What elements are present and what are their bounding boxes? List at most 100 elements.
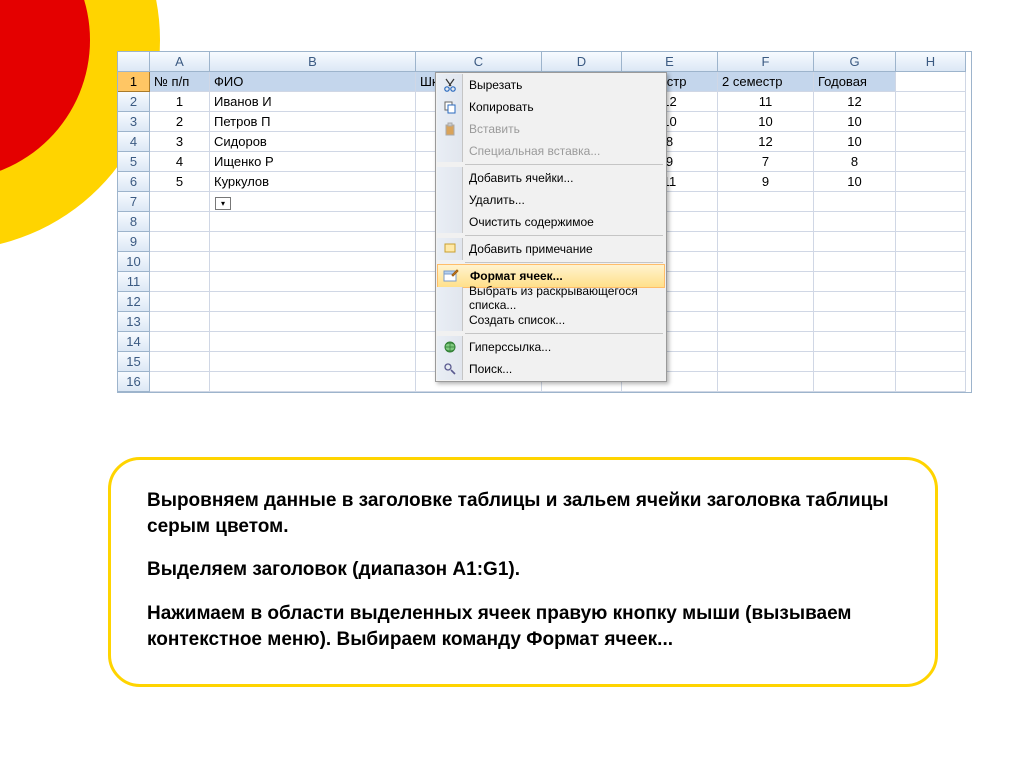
cell-F3[interactable]: 10: [718, 112, 814, 132]
col-header-B[interactable]: B: [210, 52, 416, 72]
cell-G16[interactable]: [814, 372, 896, 392]
cell-G5[interactable]: 8: [814, 152, 896, 172]
cell-A16[interactable]: [150, 372, 210, 392]
col-header-F[interactable]: F: [718, 52, 814, 72]
cell-A3[interactable]: 2: [150, 112, 210, 132]
col-header-H[interactable]: H: [896, 52, 966, 72]
cell-G1[interactable]: Годовая: [814, 72, 896, 92]
cell-B11[interactable]: [210, 272, 416, 292]
row-header-16[interactable]: 16: [118, 372, 150, 392]
cell-B7[interactable]: ▾: [210, 192, 416, 212]
cell-A2[interactable]: 1: [150, 92, 210, 112]
cell-H11[interactable]: [896, 272, 966, 292]
row-header-11[interactable]: 11: [118, 272, 150, 292]
cell-B3[interactable]: Петров П: [210, 112, 416, 132]
cell-F10[interactable]: [718, 252, 814, 272]
cell-H15[interactable]: [896, 352, 966, 372]
cell-H3[interactable]: [896, 112, 966, 132]
cell-F11[interactable]: [718, 272, 814, 292]
row-header-14[interactable]: 14: [118, 332, 150, 352]
cell-B13[interactable]: [210, 312, 416, 332]
cell-G6[interactable]: 10: [814, 172, 896, 192]
cell-F12[interactable]: [718, 292, 814, 312]
row-header-6[interactable]: 6: [118, 172, 150, 192]
cell-G13[interactable]: [814, 312, 896, 332]
col-header-D[interactable]: D: [542, 52, 622, 72]
cell-A9[interactable]: [150, 232, 210, 252]
cell-B9[interactable]: [210, 232, 416, 252]
cell-G4[interactable]: 10: [814, 132, 896, 152]
cell-B16[interactable]: [210, 372, 416, 392]
cm-insert-cells[interactable]: Добавить ячейки...: [437, 167, 665, 189]
col-header-A[interactable]: A: [150, 52, 210, 72]
cm-delete[interactable]: Удалить...: [437, 189, 665, 211]
cm-hyperlink[interactable]: Гиперссылка...: [437, 336, 665, 358]
cell-F15[interactable]: [718, 352, 814, 372]
cell-B8[interactable]: [210, 212, 416, 232]
row-header-8[interactable]: 8: [118, 212, 150, 232]
cell-A11[interactable]: [150, 272, 210, 292]
cm-copy[interactable]: Копировать: [437, 96, 665, 118]
cell-F6[interactable]: 9: [718, 172, 814, 192]
cell-F8[interactable]: [718, 212, 814, 232]
cell-A8[interactable]: [150, 212, 210, 232]
cell-A1[interactable]: № п/п: [150, 72, 210, 92]
row-header-4[interactable]: 4: [118, 132, 150, 152]
cell-H4[interactable]: [896, 132, 966, 152]
cell-G9[interactable]: [814, 232, 896, 252]
cm-cut[interactable]: Вырезать: [437, 74, 665, 96]
cell-G7[interactable]: [814, 192, 896, 212]
cell-F9[interactable]: [718, 232, 814, 252]
cell-F1[interactable]: 2 семестр: [718, 72, 814, 92]
cm-insert-comment[interactable]: Добавить примечание: [437, 238, 665, 260]
cell-H14[interactable]: [896, 332, 966, 352]
cell-F4[interactable]: 12: [718, 132, 814, 152]
cell-B14[interactable]: [210, 332, 416, 352]
smart-tag-icon[interactable]: ▾: [215, 197, 231, 210]
cm-pick-dropdown[interactable]: Выбрать из раскрывающегося списка...: [437, 287, 665, 309]
cell-B10[interactable]: [210, 252, 416, 272]
cell-H6[interactable]: [896, 172, 966, 192]
row-header-13[interactable]: 13: [118, 312, 150, 332]
cell-F5[interactable]: 7: [718, 152, 814, 172]
col-header-C[interactable]: C: [416, 52, 542, 72]
cell-A15[interactable]: [150, 352, 210, 372]
cell-H13[interactable]: [896, 312, 966, 332]
cell-A14[interactable]: [150, 332, 210, 352]
select-all-corner[interactable]: [118, 52, 150, 72]
cell-H1[interactable]: [896, 72, 966, 92]
row-header-7[interactable]: 7: [118, 192, 150, 212]
cell-G10[interactable]: [814, 252, 896, 272]
cell-G2[interactable]: 12: [814, 92, 896, 112]
cell-B6[interactable]: Куркулов: [210, 172, 416, 192]
cell-F14[interactable]: [718, 332, 814, 352]
cell-B5[interactable]: Ищенко Р: [210, 152, 416, 172]
cell-B1[interactable]: ФИО: [210, 72, 416, 92]
cell-H7[interactable]: [896, 192, 966, 212]
cm-create-list[interactable]: Создать список...: [437, 309, 665, 331]
cell-H8[interactable]: [896, 212, 966, 232]
cm-clear[interactable]: Очистить содержимое: [437, 211, 665, 233]
cell-A10[interactable]: [150, 252, 210, 272]
cell-B2[interactable]: Иванов И: [210, 92, 416, 112]
cell-B4[interactable]: Сидоров: [210, 132, 416, 152]
cell-H16[interactable]: [896, 372, 966, 392]
cell-H9[interactable]: [896, 232, 966, 252]
row-header-1[interactable]: 1: [118, 72, 150, 92]
cm-find[interactable]: Поиск...: [437, 358, 665, 380]
cell-A4[interactable]: 3: [150, 132, 210, 152]
row-header-3[interactable]: 3: [118, 112, 150, 132]
cell-F2[interactable]: 11: [718, 92, 814, 112]
cell-A7[interactable]: [150, 192, 210, 212]
cell-A5[interactable]: 4: [150, 152, 210, 172]
col-header-E[interactable]: E: [622, 52, 718, 72]
cell-H2[interactable]: [896, 92, 966, 112]
row-header-10[interactable]: 10: [118, 252, 150, 272]
cell-F16[interactable]: [718, 372, 814, 392]
cell-A13[interactable]: [150, 312, 210, 332]
cell-H10[interactable]: [896, 252, 966, 272]
cell-B12[interactable]: [210, 292, 416, 312]
col-header-G[interactable]: G: [814, 52, 896, 72]
cell-A12[interactable]: [150, 292, 210, 312]
cell-G15[interactable]: [814, 352, 896, 372]
